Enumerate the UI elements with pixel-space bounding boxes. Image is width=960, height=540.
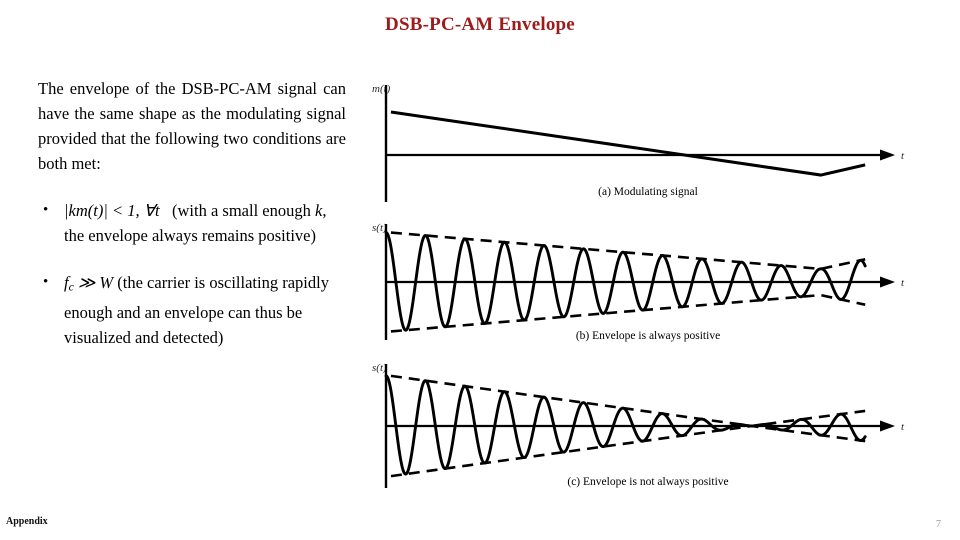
intro-paragraph: The envelope of the DSB-PC-AM signal can… <box>38 79 346 173</box>
figure-c-lower-envelope <box>390 409 866 478</box>
figure-a-x-axis-arrow-icon <box>880 149 895 161</box>
condition-2-formula: fc ≫ W <box>64 273 114 294</box>
figure-b-x-axis-arrow-icon <box>880 276 895 288</box>
bullet-text-condition-1: |km(t)| < 1, ∀t (with a small enough k, … <box>64 201 326 245</box>
figure-b-caption: (b) Envelope is always positive <box>575 330 721 342</box>
condition-1-text-head: (with a small enough <box>172 201 311 220</box>
footer-page-number: 7 <box>936 519 941 530</box>
condition-2-subscript-c: c <box>68 279 74 294</box>
figure-c-x-axis-label: t <box>901 421 905 433</box>
figure-a-y-axis-label: m(t) <box>372 83 391 95</box>
figure-a-caption: (a) Modulating signal <box>598 186 698 198</box>
figure-envelope-always-positive: s(t) t (b) Envelope is always positive <box>368 218 928 350</box>
figure-a-x-axis-label: t <box>901 150 905 162</box>
figure-c-caption: (c) Envelope is not always positive <box>567 476 729 488</box>
bullet-text-condition-2: fc ≫ W (the carrier is oscillating rapid… <box>64 273 329 347</box>
bullet-item-condition-2: • fc ≫ W (the carrier is oscillating rap… <box>38 270 346 350</box>
footer-section-label: Appendix <box>6 516 48 527</box>
figure-c-upper-envelope <box>390 374 866 443</box>
condition-2-operator: ≫ W <box>78 273 114 292</box>
figure-a-signal-line <box>390 110 866 177</box>
figure-c-x-axis-arrow-icon <box>880 420 895 432</box>
page-title: DSB-PC-AM Envelope <box>385 14 575 35</box>
bullet-marker-icon: • <box>43 202 49 218</box>
figure-b-lower-envelope <box>390 293 866 333</box>
explanation-text-block: The envelope of the DSB-PC-AM signal can… <box>38 76 346 350</box>
figure-modulating-signal: m(t) t (a) Modulating signal <box>368 78 928 206</box>
bullet-marker-icon: • <box>43 274 49 290</box>
condition-1-formula: |km(t)| < 1, ∀t <box>64 201 160 220</box>
figure-b-x-axis-label: t <box>901 277 905 289</box>
figure-c-y-axis-label: s(t) <box>372 362 387 374</box>
bullet-item-condition-1: • |km(t)| < 1, ∀t (with a small enough k… <box>38 198 346 248</box>
figure-envelope-not-always-positive: s(t) t (c) Envelope is not always positi… <box>368 358 928 498</box>
